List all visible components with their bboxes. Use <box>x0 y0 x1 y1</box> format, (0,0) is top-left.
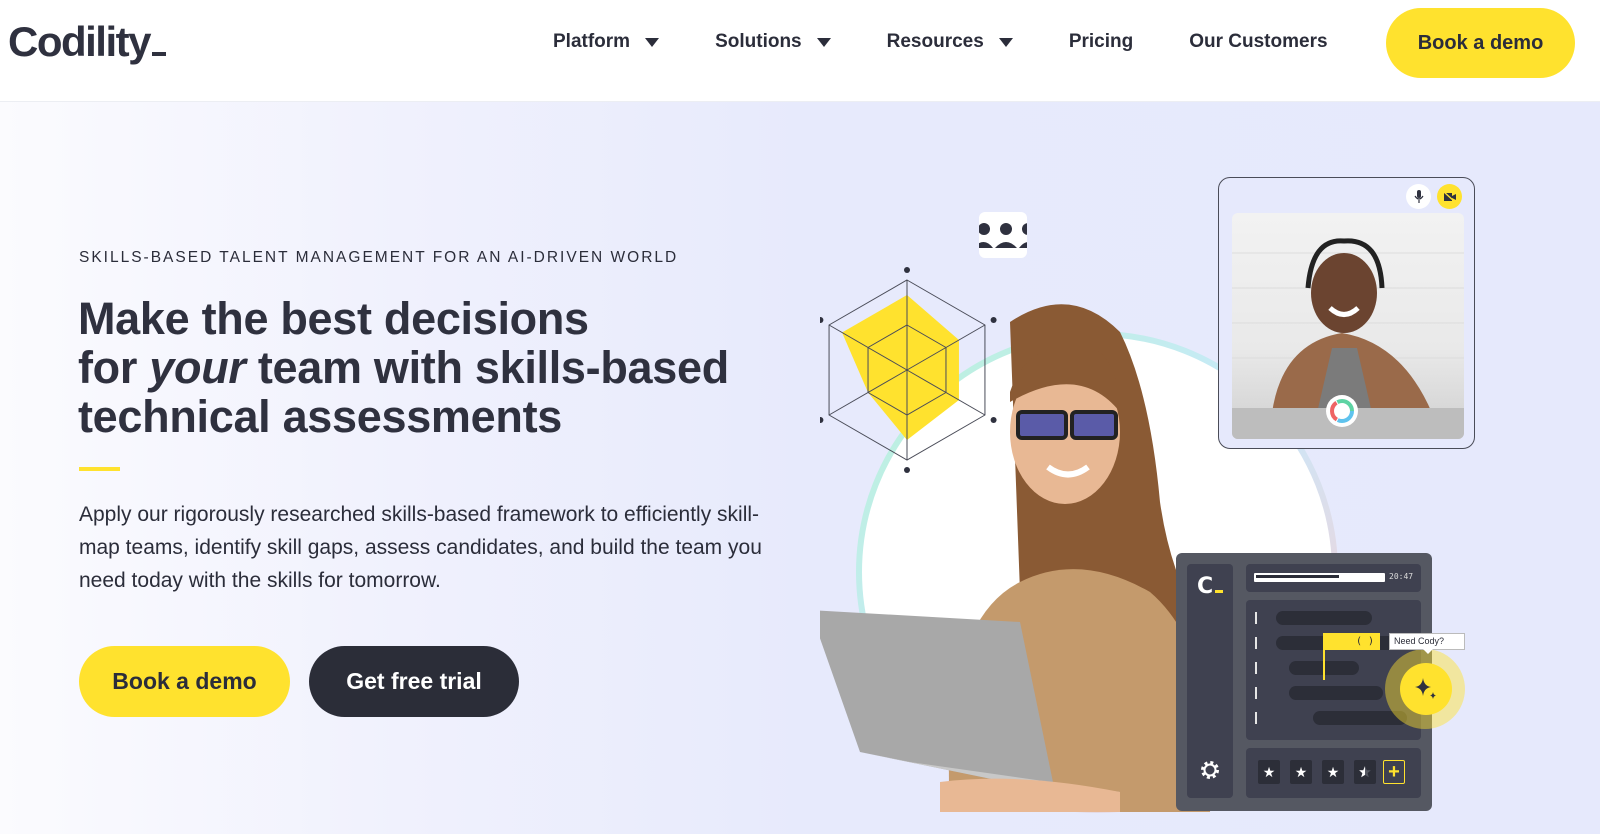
gutter-line <box>1255 637 1257 649</box>
radar-vertex-dot <box>904 267 910 273</box>
logo-underscore <box>152 52 166 56</box>
rating-bar: ★ ★ ★ + <box>1246 748 1421 798</box>
half-star-glyph <box>1359 766 1371 778</box>
editor-logo-letter: C <box>1197 574 1214 599</box>
sparkle-icon <box>1415 678 1436 699</box>
settings-gear-icon[interactable] <box>1200 760 1220 780</box>
camera-off-icon <box>1443 190 1456 203</box>
nav-label: Pricing <box>1068 31 1134 52</box>
editor-sidebar: C <box>1187 564 1233 798</box>
nav-label: Our Customers <box>1189 31 1328 52</box>
code-line <box>1289 686 1383 700</box>
editor-toolbar: 20:47 <box>1246 564 1421 592</box>
code-flag: ( ) <box>1323 633 1380 650</box>
candidate-video-feed <box>1232 213 1464 439</box>
timer-readout: 20:47 <box>1389 572 1414 581</box>
nav-platform[interactable]: Platform <box>553 31 660 53</box>
gutter-line <box>1255 712 1257 724</box>
team-card <box>979 212 1027 258</box>
nav-solutions[interactable]: Solutions <box>715 31 831 53</box>
nav-label: Solutions <box>715 31 802 52</box>
progress-fill <box>1256 575 1339 578</box>
header-book-demo-button[interactable]: Book a demo <box>1386 8 1575 78</box>
codility-logo[interactable]: Codility <box>8 18 166 66</box>
hero-section: SKILLS-BASED TALENT MANAGEMENT FOR AN AI… <box>0 102 1600 834</box>
logo-text: Codility <box>8 18 152 65</box>
site-header: Codility Platform Solutions Resources Pr… <box>0 0 1600 102</box>
time-progress-bar <box>1254 573 1385 582</box>
star-icon[interactable]: ★ <box>1258 760 1280 784</box>
gutter-line <box>1255 662 1257 674</box>
camera-toggle-button[interactable] <box>1437 184 1462 209</box>
half-star-icon[interactable] <box>1354 760 1376 784</box>
add-rating-button[interactable]: + <box>1383 760 1405 784</box>
candidate-photo <box>1232 238 1464 439</box>
nav-our-customers[interactable]: Our Customers <box>1189 31 1327 53</box>
nav-pricing[interactable]: Pricing <box>1069 31 1133 53</box>
gutter-line <box>1255 612 1257 624</box>
team-icon <box>979 223 1027 248</box>
caret-down-icon <box>645 37 660 47</box>
editor-logo-underscore <box>1215 590 1224 593</box>
caret-down-icon <box>816 37 831 47</box>
cody-tooltip: Need Cody? <box>1389 633 1465 654</box>
main-nav: Platform Solutions Resources Pricing Our… <box>553 31 1384 53</box>
nav-resources[interactable]: Resources <box>887 31 1013 53</box>
microphone-icon <box>1414 189 1423 203</box>
caret-down-icon <box>998 37 1013 47</box>
code-line <box>1276 611 1372 625</box>
nav-label: Platform <box>553 31 631 52</box>
star-icon[interactable]: ★ <box>1290 760 1312 784</box>
gutter-line <box>1255 687 1257 699</box>
hero-illustration: C 20:47 () ★ ★ ★ + Need Cody? <box>0 102 1600 834</box>
editor-logo: C <box>1197 574 1224 599</box>
star-icon[interactable]: ★ <box>1322 760 1344 784</box>
cody-assistant-button[interactable] <box>1400 663 1452 715</box>
nav-label: Resources <box>886 31 984 52</box>
video-call-card <box>1218 177 1475 449</box>
microphone-button[interactable] <box>1406 184 1431 209</box>
